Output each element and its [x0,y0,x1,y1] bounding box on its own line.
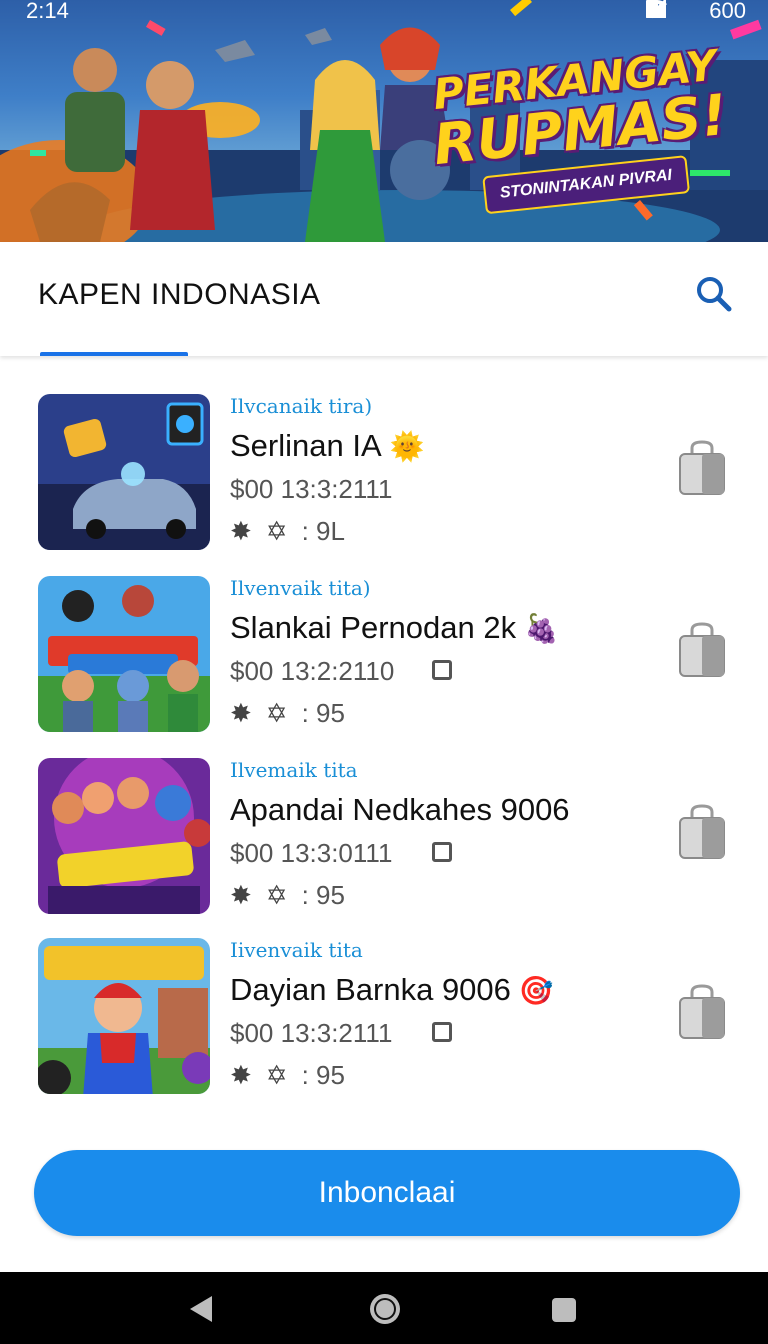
item-title[interactable]: Dayian Barnka 9006 🎯 [230,972,554,1008]
list-item[interactable]: Ilvemaik tita Apandai Nedkahes 9006 $00 … [0,758,768,918]
star-badge-icon: ✡ [265,516,288,546]
item-category: Ilvcanaik tira) [230,394,373,418]
back-triangle-icon [190,1296,212,1322]
item-stat-value: : 95 [301,1060,345,1090]
list-item[interactable]: Iivenvaik tita Dayian Barnka 9006 🎯 $00 1… [0,938,768,1098]
burst-icon: ✸ [230,880,252,910]
game-thumbnail-image [38,938,210,1094]
battery-level: 600 [709,0,746,23]
game-thumbnail-image [38,758,210,914]
item-checkbox[interactable] [432,660,452,680]
item-price: $00 13:2:2110 [230,656,395,686]
status-time: 2:14 [26,0,69,23]
hero-banner[interactable]: 2:14 ♥ 600 PERKANGAY RUPMAS! STONINTAKAN… [0,0,768,242]
item-stats: ✸ ✡ : 9L [230,516,345,547]
item-stats: ✸ ✡ : 95 [230,880,345,911]
game-thumbnail-image [38,394,210,550]
item-stat-value: : 9L [301,516,345,546]
recents-square-icon [552,1298,576,1322]
item-title[interactable]: Apandai Nedkahes 9006 [230,792,578,828]
status-icons: ♥ 600 [646,0,746,24]
item-checkbox[interactable] [432,842,452,862]
shopping-bag-icon [679,622,725,677]
burst-icon: ✸ [230,698,252,728]
item-price: $00 13:3:2111 [230,1018,393,1048]
star-badge-icon: ✡ [265,880,288,910]
page-title: KAPEN INDONASIA [38,278,321,311]
game-thumbnail[interactable] [38,576,210,732]
shopping-bag-button[interactable] [676,984,728,1040]
search-icon [697,277,732,312]
app-header: KAPEN INDONASIA [0,242,768,356]
item-badge-icon: 🍇 [524,613,559,644]
item-title[interactable]: Serlinan IA 🌞 [230,428,425,464]
item-badge-icon: 🎯 [518,975,554,1006]
item-title-text: Apandai Nedkahes 9006 [230,792,570,827]
shopping-bag-icon [679,984,725,1039]
burst-icon: ✸ [230,516,252,546]
star-badge-icon: ✡ [265,1060,288,1090]
home-circle-icon [370,1294,400,1324]
item-title[interactable]: Slankai Pernodan 2k 🍇 [230,610,559,646]
item-title-text: Serlinan IA [230,428,382,463]
item-stat-value: : 95 [301,880,345,910]
item-stats: ✸ ✡ : 95 [230,1060,345,1091]
primary-action-button[interactable]: Inbonclaai [34,1150,740,1236]
game-thumbnail[interactable] [38,938,210,1094]
list-item[interactable]: Ilvcanaik tira) Serlinan IA 🌞 $00 13:3:21… [0,394,768,554]
star-badge-icon: ✡ [265,698,288,728]
item-badge-icon: 🌞 [389,431,425,462]
shopping-bag-button[interactable] [676,622,728,678]
item-category: Ilvenvaik tita) [230,576,371,600]
nav-back-button[interactable] [186,1294,216,1324]
item-title-text: Slankai Pernodan 2k [230,610,517,645]
item-price: $00 13:3:2111 [230,474,393,504]
shopping-bag-icon [679,804,725,859]
item-stats: ✸ ✡ : 95 [230,698,345,729]
tab-indicator [40,352,188,356]
shopping-bag-button[interactable] [676,804,728,860]
shopping-bag-icon [679,440,725,495]
game-thumbnail-image [38,576,210,732]
hero-title: PERKANGAY RUPMAS! STONINTAKAN PIVRAI [427,41,735,219]
item-price: $00 13:3:0111 [230,838,393,868]
system-nav-bar [0,1272,768,1344]
item-title-text: Dayian Barnka 9006 [230,972,511,1007]
list-item[interactable]: Ilvenvaik tita) Slankai Pernodan 2k 🍇 $00… [0,576,768,736]
game-thumbnail[interactable] [38,394,210,550]
burst-icon: ✸ [230,1060,252,1090]
item-category: Ilvemaik tita [230,758,358,782]
nav-recents-button[interactable] [550,1296,578,1324]
item-checkbox[interactable] [432,1022,452,1042]
status-bar: 2:14 ♥ 600 [0,0,768,26]
search-button[interactable] [692,272,736,316]
game-thumbnail[interactable] [38,758,210,914]
item-stat-value: : 95 [301,698,345,728]
nav-home-button[interactable] [368,1292,402,1326]
item-category: Iivenvaik tita [230,938,363,962]
shopping-bag-button[interactable] [676,440,728,496]
